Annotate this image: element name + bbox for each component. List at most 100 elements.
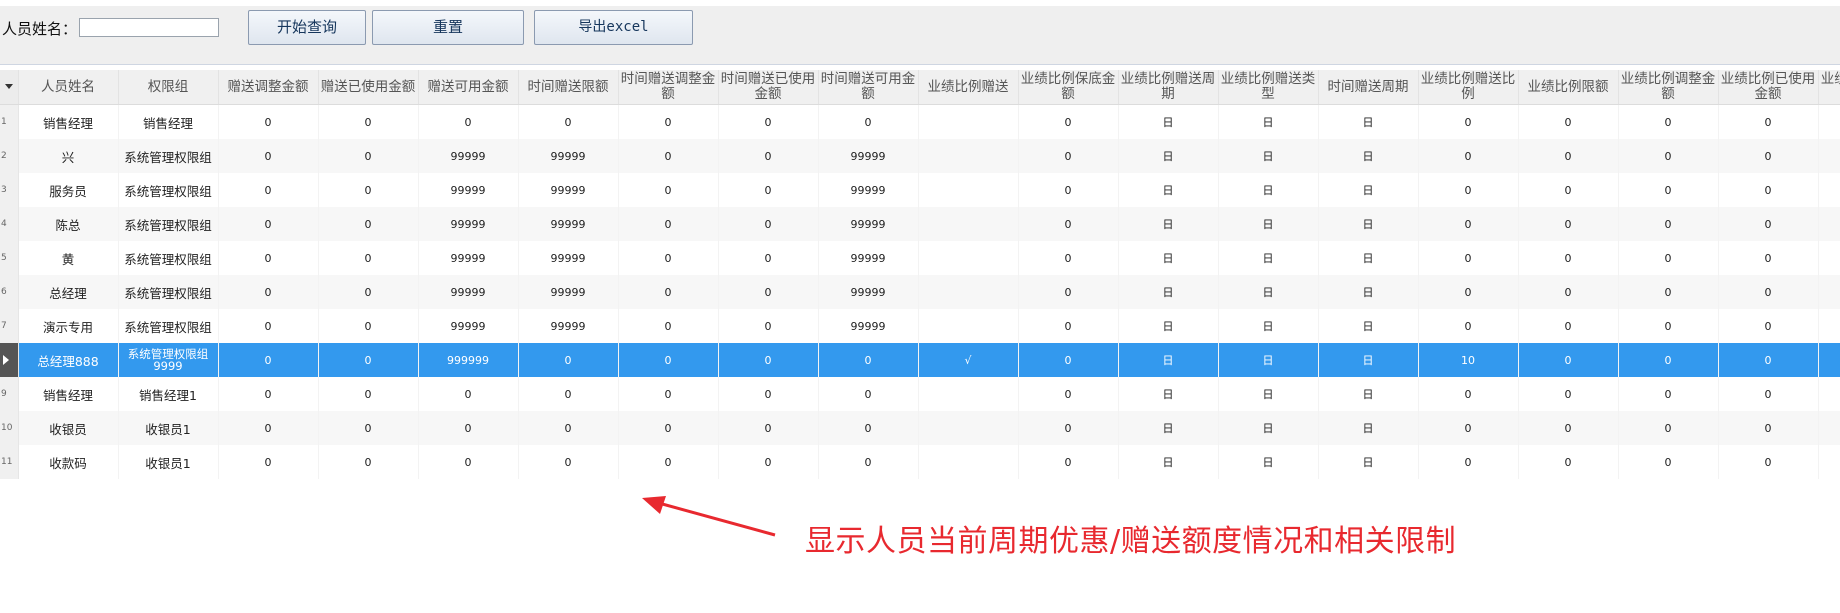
table-cell: 0 [1618, 411, 1719, 445]
table-cell: 0 [1718, 445, 1819, 479]
table-cell: 99999 [418, 139, 519, 173]
table-cell: 0 [1618, 241, 1719, 275]
column-header[interactable]: 业绩比例已使用金额 [1718, 70, 1819, 105]
table-row[interactable]: 7 演示专用 系统管理权限组 0 0 99999 99999 0 0 99999 0 日日日 0 0 0 0 [0, 309, 1840, 343]
table-cell: 总经理 [18, 275, 119, 309]
column-header[interactable]: 业绩比例可用金额 [1818, 70, 1840, 105]
table-cell: 日 [1118, 104, 1219, 139]
column-header[interactable]: 业绩比例赠送 [918, 70, 1019, 105]
table-cell [918, 309, 1019, 343]
column-header[interactable]: 时间赠送已使用金额 [718, 70, 819, 105]
table-row[interactable]: 3 服务员 系统管理权限组 0 0 99999 99999 0 0 99999 0 日日日 0 0 0 0 [0, 173, 1840, 207]
export-excel-button[interactable]: 导出excel [534, 10, 693, 45]
row-number[interactable] [0, 343, 19, 377]
table-cell: 日 [1118, 207, 1219, 241]
column-header[interactable]: 人员姓名 [18, 70, 119, 105]
row-number[interactable]: 4 [0, 207, 19, 241]
table-cell: 0 [618, 139, 719, 173]
column-header[interactable]: 业绩比例赠送类型 [1218, 70, 1319, 105]
table-cell: 日 [1318, 104, 1419, 139]
table-cell: 99999 [418, 173, 519, 207]
row-number[interactable]: 10 [0, 411, 19, 445]
table-cell: 0 [1618, 173, 1719, 207]
table-cell: 日 [1318, 343, 1419, 377]
table-row[interactable]: 2 兴系统管理权限组 0 0 99999 99999 0 0 99999 0 日日日 0 0 0 0 [0, 139, 1840, 173]
table-cell: 0 [1018, 377, 1119, 411]
row-number[interactable]: 5 [0, 241, 19, 275]
table-cell: 0 [618, 309, 719, 343]
column-header[interactable]: 权限组 [118, 70, 219, 105]
table-cell: 99999 [518, 207, 619, 241]
table-cell: 0 [418, 411, 519, 445]
column-header[interactable]: 赠送调整金额 [218, 70, 319, 105]
annotation-text: 显示人员当前周期优惠/赠送额度情况和相关限制 [805, 524, 1457, 559]
table-cell: 0 [1718, 275, 1819, 309]
table-cell: 系统管理权限组 [118, 139, 219, 173]
table-row[interactable]: 6 总经理 系统管理权限组 0 0 99999 99999 0 0 99999 0 日日日 0 0 0 0 [0, 275, 1840, 309]
column-header[interactable]: 业绩比例调整金额 [1618, 70, 1719, 105]
column-header[interactable]: 时间赠送可用金额 [818, 70, 919, 105]
reset-button[interactable]: 重置 [372, 10, 524, 45]
table-cell: 0 [418, 445, 519, 479]
table-cell: 99999 [518, 275, 619, 309]
table-cell: 0 [718, 411, 819, 445]
table-row[interactable]: 5 黄系统管理权限组 0 0 99999 99999 0 0 99999 0 日日日 0 0 0 0 [0, 241, 1840, 275]
table-cell: 0 [518, 411, 619, 445]
table-cell: 0 [618, 343, 719, 377]
table-cell: 日 [1218, 309, 1319, 343]
search-input[interactable] [79, 18, 219, 37]
table-cell: 0 [618, 445, 719, 479]
table-cell: 0 [618, 411, 719, 445]
column-header[interactable]: 赠送可用金额 [418, 70, 519, 105]
table-row[interactable]: 9 销售经理 销售经理1 0 0 0 0 0 0 0 0 日日日 0 0 0 0 [0, 377, 1840, 411]
table-cell: 0 [318, 173, 419, 207]
table-cell: 0 [218, 309, 319, 343]
table-cell: 0 [1518, 309, 1619, 343]
row-number[interactable]: 3 [0, 173, 19, 207]
column-header[interactable]: 业绩比例赠送比例 [1418, 70, 1519, 105]
row-number[interactable]: 6 [0, 275, 19, 309]
column-header[interactable]: 业绩比例保底金额 [1018, 70, 1119, 105]
table-cell: 0 [1718, 411, 1819, 445]
table-cell: 0 [718, 104, 819, 139]
row-number[interactable]: 1 [0, 104, 19, 139]
table-cell: 0 [718, 139, 819, 173]
row-menu-header[interactable] [0, 70, 19, 105]
table-cell: 日 [1318, 139, 1419, 173]
table-cell: 日 [1118, 241, 1219, 275]
table-row[interactable]: 11 收款码 收银员1 0 0 0 0 0 0 0 0 日日日 0 0 0 0 [0, 445, 1840, 479]
table-cell [918, 377, 1019, 411]
column-header[interactable]: 时间赠送调整金额 [618, 70, 719, 105]
column-header[interactable]: 时间赠送限额 [518, 70, 619, 105]
table-cell: 系统管理权限组 [118, 207, 219, 241]
table-cell: 0 [518, 343, 619, 377]
column-header[interactable]: 时间赠送周期 [1318, 70, 1419, 105]
table-cell: 日 [1318, 377, 1419, 411]
column-header[interactable]: 业绩比例赠送周期 [1118, 70, 1219, 105]
table-cell: 99999 [818, 275, 919, 309]
row-number[interactable]: 11 [0, 445, 19, 479]
table-cell: 0 [1018, 343, 1119, 377]
table-cell: 0 [1418, 173, 1519, 207]
table-cell: 日 [1318, 207, 1419, 241]
query-button[interactable]: 开始查询 [248, 10, 366, 45]
table-cell: 0 [1618, 207, 1719, 241]
row-number[interactable]: 9 [0, 377, 19, 411]
row-number[interactable]: 2 [0, 139, 19, 173]
caret-down-icon[interactable] [4, 84, 13, 89]
table-cell [1818, 139, 1840, 173]
table-cell: 系统管理权限组9999 [118, 343, 219, 377]
column-header[interactable]: 赠送已使用金额 [318, 70, 419, 105]
table-row-selected[interactable]: 总经理888 系统管理权限组9999 0 0 999999 0 0 0 0 √ 0 日日日 10 0 0 0 [0, 343, 1840, 377]
column-header[interactable]: 业绩比例限额 [1518, 70, 1619, 105]
table-row[interactable]: 1 销售经理 销售经理 0 0 0 0 0 0 0 0 日日日 0 0 0 0 [0, 104, 1840, 139]
table-row[interactable]: 4 陈总 系统管理权限组 0 0 99999 99999 0 0 99999 0 日日日 0 0 0 0 [0, 207, 1840, 241]
row-number[interactable]: 7 [0, 309, 19, 343]
table-cell: 0 [218, 207, 319, 241]
table-cell: 0 [218, 173, 319, 207]
table-cell: 0 [1518, 445, 1619, 479]
table-cell: 99999 [418, 275, 519, 309]
table-row[interactable]: 10 收银员 收银员1 0 0 0 0 0 0 0 0 日日日 0 0 0 0 [0, 411, 1840, 445]
table-cell: 0 [1018, 139, 1119, 173]
table-cell: 0 [1418, 445, 1519, 479]
